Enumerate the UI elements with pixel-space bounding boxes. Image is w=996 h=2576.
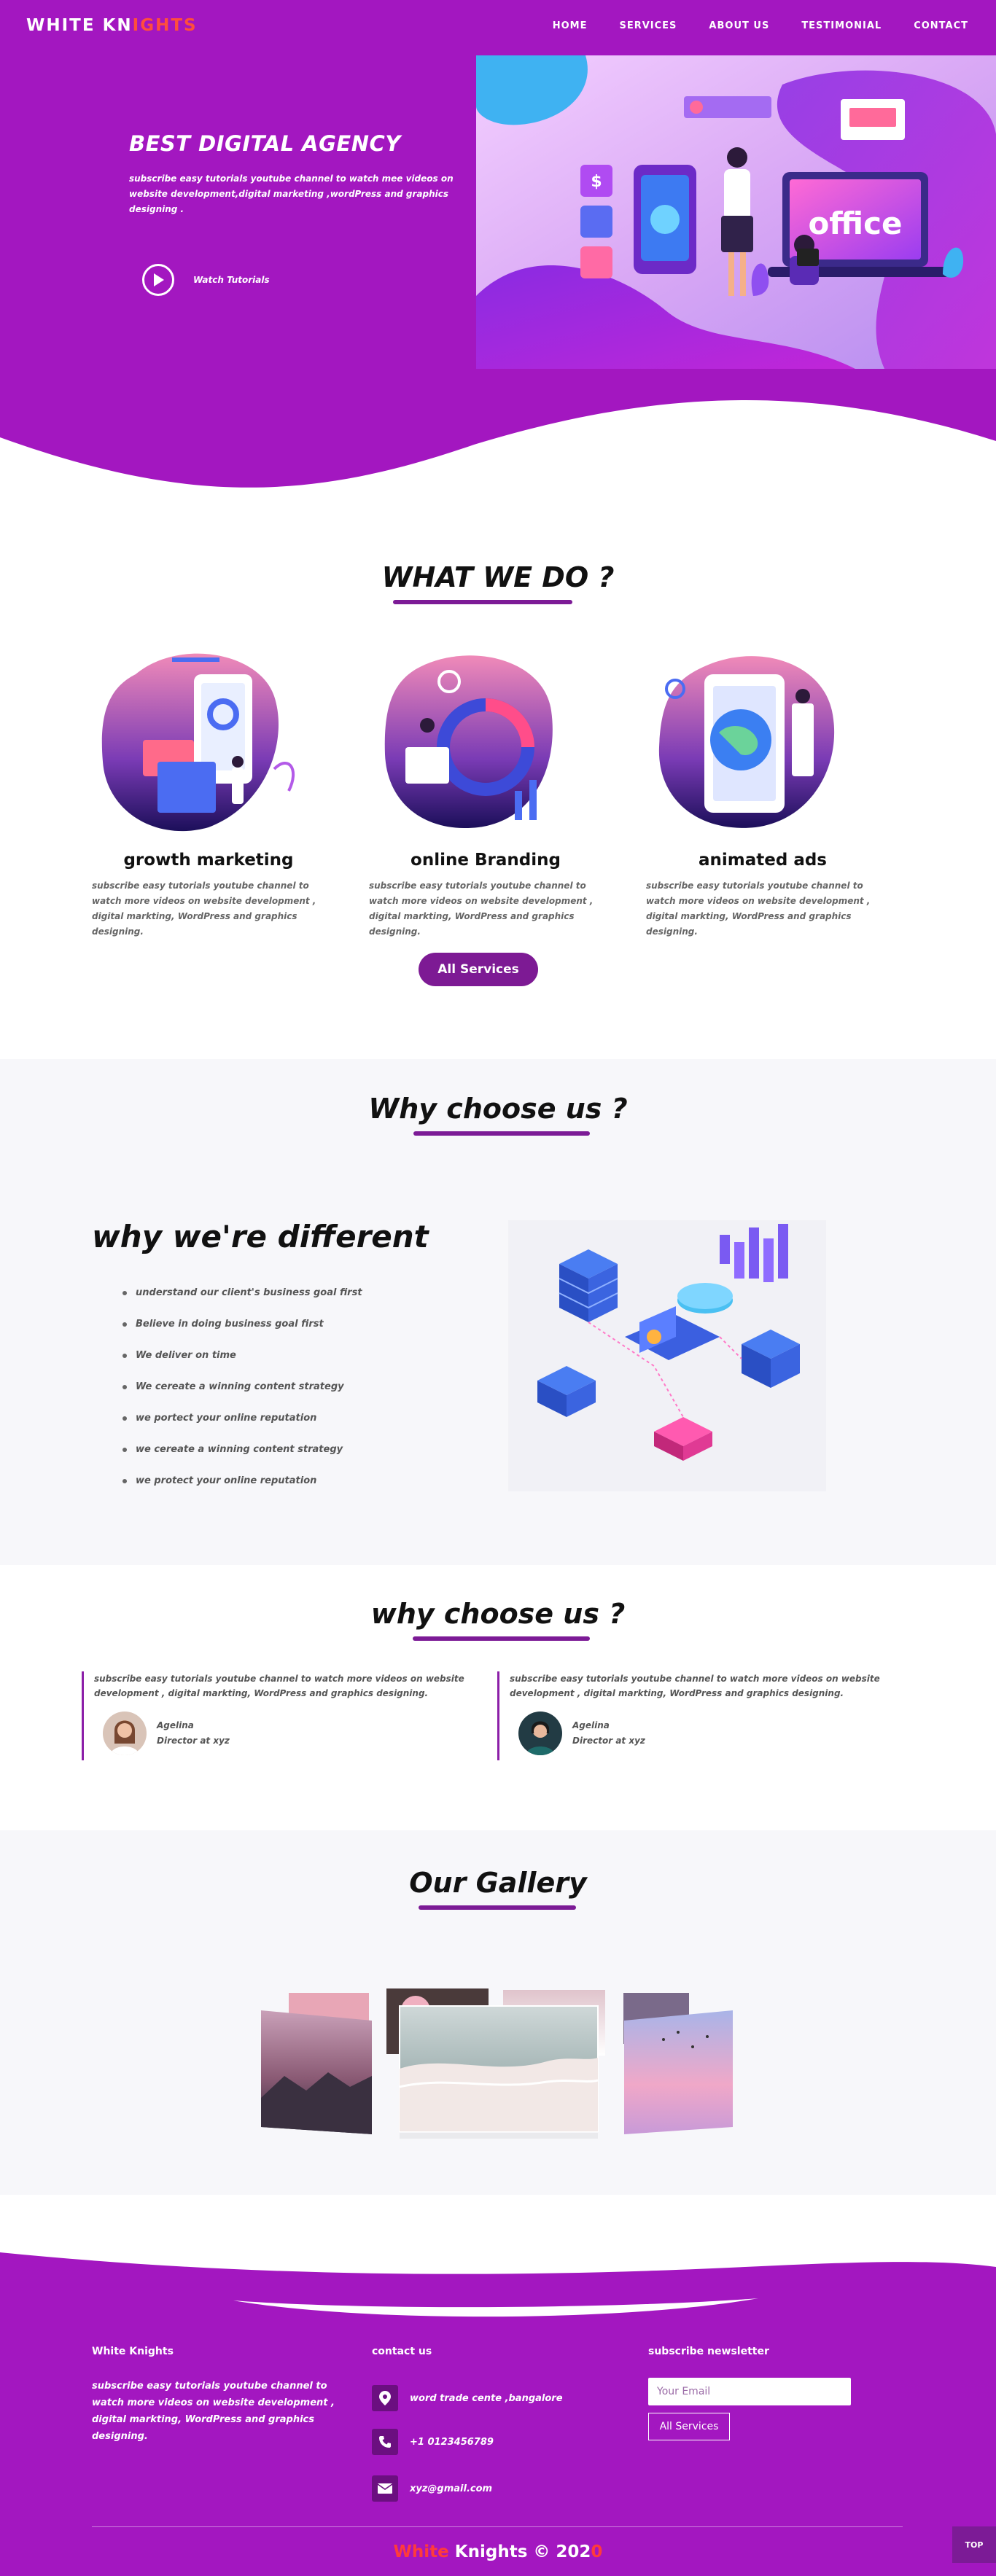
copyright-part2: Kn — [454, 2542, 480, 2561]
page: WHITE KNIGHTS HOME SERVICES ABOUT US TES… — [0, 0, 996, 2576]
service-card-animated-ads: animated ads subscribe easy tutorials yo… — [646, 645, 879, 937]
phone-icon — [372, 2429, 398, 2455]
copyright-text: White Knights © 2020 — [0, 2542, 996, 2561]
what-we-do-title: WHAT WE DO ? — [381, 561, 615, 593]
why-different-list: understand our client's business goal fi… — [122, 1277, 472, 1496]
contact-email-text[interactable]: xyz@gmail.com — [410, 2483, 492, 2494]
watch-tutorials-link[interactable]: Watch Tutorials — [142, 264, 270, 296]
testimonial-author: Agelina Director at xyz — [518, 1712, 645, 1755]
brand-logo[interactable]: WHITE KNIGHTS — [26, 16, 198, 35]
what-we-do-underline — [393, 600, 572, 604]
service-name: growth marketing — [123, 851, 294, 870]
testimonials-underline — [413, 1636, 590, 1641]
envelope-icon — [372, 2475, 398, 2502]
nav-services[interactable]: SERVICES — [619, 20, 677, 31]
list-item: understand our client's business goal fi… — [122, 1277, 472, 1308]
play-icon[interactable] — [142, 264, 174, 296]
isometric-server-illustration — [508, 1220, 826, 1491]
nav-testimonial[interactable]: TESTIMONIAL — [801, 20, 882, 31]
avatar — [103, 1712, 147, 1755]
service-name: online Branding — [411, 851, 561, 870]
hero-title: BEST DIGITAL AGENCY — [129, 131, 401, 156]
testimonial-name: Agelina — [157, 1720, 194, 1730]
gallery-underline — [419, 1905, 576, 1910]
hero-section: WHITE KNIGHTS HOME SERVICES ABOUT US TES… — [0, 0, 996, 503]
watch-tutorials-label: Watch Tutorials — [193, 275, 270, 285]
office-illustration-text: office — [808, 206, 902, 241]
newsletter-submit-button[interactable]: All Services — [648, 2413, 730, 2440]
all-services-button[interactable]: All Services — [419, 953, 538, 986]
service-description: subscribe easy tutorials youtube channel… — [646, 881, 871, 937]
growth-marketing-illustration — [101, 653, 295, 832]
testimonial-role: Director at xyz — [572, 1736, 645, 1746]
list-item: We deliver on time — [122, 1340, 472, 1371]
testimonial-text: subscribe easy tutorials youtube channel… — [94, 1674, 464, 1698]
contact-email: xyz@gmail.com — [372, 2475, 492, 2502]
copyright-part4: 0 — [591, 2542, 603, 2561]
hero-illustration: $ office — [476, 55, 996, 369]
service-description: subscribe easy tutorials youtube channel… — [92, 881, 316, 937]
testimonial-card: subscribe easy tutorials youtube channel… — [82, 1671, 490, 1760]
brand-name-part1: WHITE KN — [26, 16, 133, 35]
brand-name-part2: IGHTS — [132, 16, 198, 35]
testimonial-text: subscribe easy tutorials youtube channel… — [510, 1674, 880, 1698]
footer-contact-title: contact us — [372, 2346, 432, 2357]
service-card-growth-marketing: growth marketing subscribe easy tutorial… — [92, 645, 325, 937]
service-description: subscribe easy tutorials youtube channel… — [369, 881, 594, 937]
testimonial-author: Agelina Director at xyz — [103, 1712, 230, 1755]
footer-brand-title: White Knights — [92, 2346, 174, 2357]
footer-brand-text: subscribe easy tutorials youtube channel… — [92, 2381, 335, 2442]
nav-home[interactable]: HOME — [553, 20, 588, 31]
testimonial-name: Agelina — [572, 1720, 610, 1730]
testimonials-title: why choose us ? — [370, 1598, 626, 1630]
copyright-part3: ights © 202 — [479, 2542, 591, 2561]
list-item: we portect your online reputation — [122, 1402, 472, 1434]
contact-address: word trade cente ,bangalore — [372, 2385, 563, 2411]
hero-wave — [0, 400, 996, 503]
why-different-title: why we're different — [92, 1219, 429, 1254]
nav-contact[interactable]: CONTACT — [914, 20, 968, 31]
contact-phone-text[interactable]: +1 0123456789 — [410, 2437, 494, 2448]
service-card-online-branding: online Branding subscribe easy tutorials… — [369, 645, 602, 937]
nav-about-us[interactable]: ABOUT US — [709, 20, 769, 31]
service-name: animated ads — [698, 851, 827, 870]
back-to-top-button[interactable]: TOP — [952, 2526, 996, 2563]
newsletter-email-input[interactable] — [648, 2378, 851, 2405]
main-nav: HOME SERVICES ABOUT US TESTIMONIAL CONTA… — [553, 20, 968, 31]
gallery-carousel[interactable] — [255, 1988, 741, 2149]
svg-text:$: $ — [591, 173, 602, 191]
footer-newsletter-title: subscribe newsletter — [648, 2346, 769, 2357]
gallery-title: Our Gallery — [409, 1867, 587, 1899]
list-item: We cereate a winning content strategy — [122, 1371, 472, 1402]
why-choose-underline — [413, 1131, 590, 1136]
avatar — [518, 1712, 562, 1755]
list-item: we protect your online reputation — [122, 1465, 472, 1496]
location-pin-icon — [372, 2385, 398, 2411]
list-item: Believe in doing business goal first — [122, 1308, 472, 1340]
why-choose-title: Why choose us ? — [368, 1093, 628, 1125]
footer-divider — [92, 2526, 903, 2527]
copyright-part1: White — [393, 2542, 455, 2561]
testimonial-role: Director at xyz — [157, 1736, 230, 1746]
contact-address-text: word trade cente ,bangalore — [410, 2392, 563, 2404]
testimonial-card: subscribe easy tutorials youtube channel… — [497, 1671, 906, 1760]
contact-phone: +1 0123456789 — [372, 2429, 494, 2455]
animated-ads-illustration — [658, 656, 835, 828]
hero-description: subscribe easy tutorials youtube channel… — [129, 173, 454, 214]
online-branding-illustration — [384, 655, 553, 829]
list-item: we cereate a winning content strategy — [122, 1434, 472, 1465]
